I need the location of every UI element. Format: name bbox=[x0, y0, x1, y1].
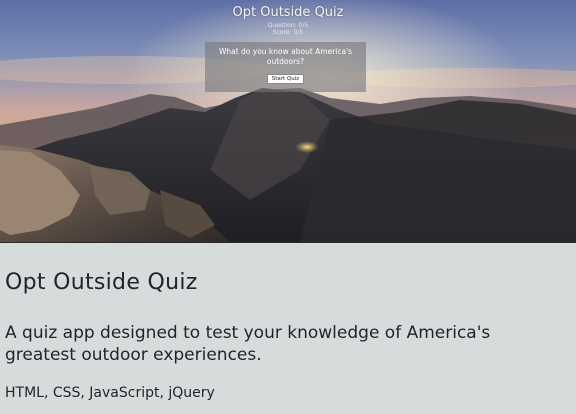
project-preview-image: Opt Outside Quiz Question: 0/5 Score: 0/… bbox=[0, 0, 576, 243]
quiz-start-panel: What do you know about America's outdoor… bbox=[205, 42, 366, 92]
question-counter: Question: 0/5 bbox=[267, 22, 309, 29]
app-title: Opt Outside Quiz bbox=[232, 5, 344, 20]
project-description: A quiz app designed to test your knowled… bbox=[5, 323, 491, 365]
mountain-landscape-image bbox=[0, 0, 576, 242]
quiz-prompt: What do you know about America's outdoor… bbox=[218, 47, 353, 66]
project-title: Opt Outside Quiz bbox=[5, 270, 198, 295]
project-technologies: HTML, CSS, JavaScript, jQuery bbox=[5, 385, 215, 401]
score-counter: Score: 0/5 bbox=[272, 29, 304, 36]
start-quiz-button[interactable]: Start Quiz bbox=[266, 74, 305, 84]
